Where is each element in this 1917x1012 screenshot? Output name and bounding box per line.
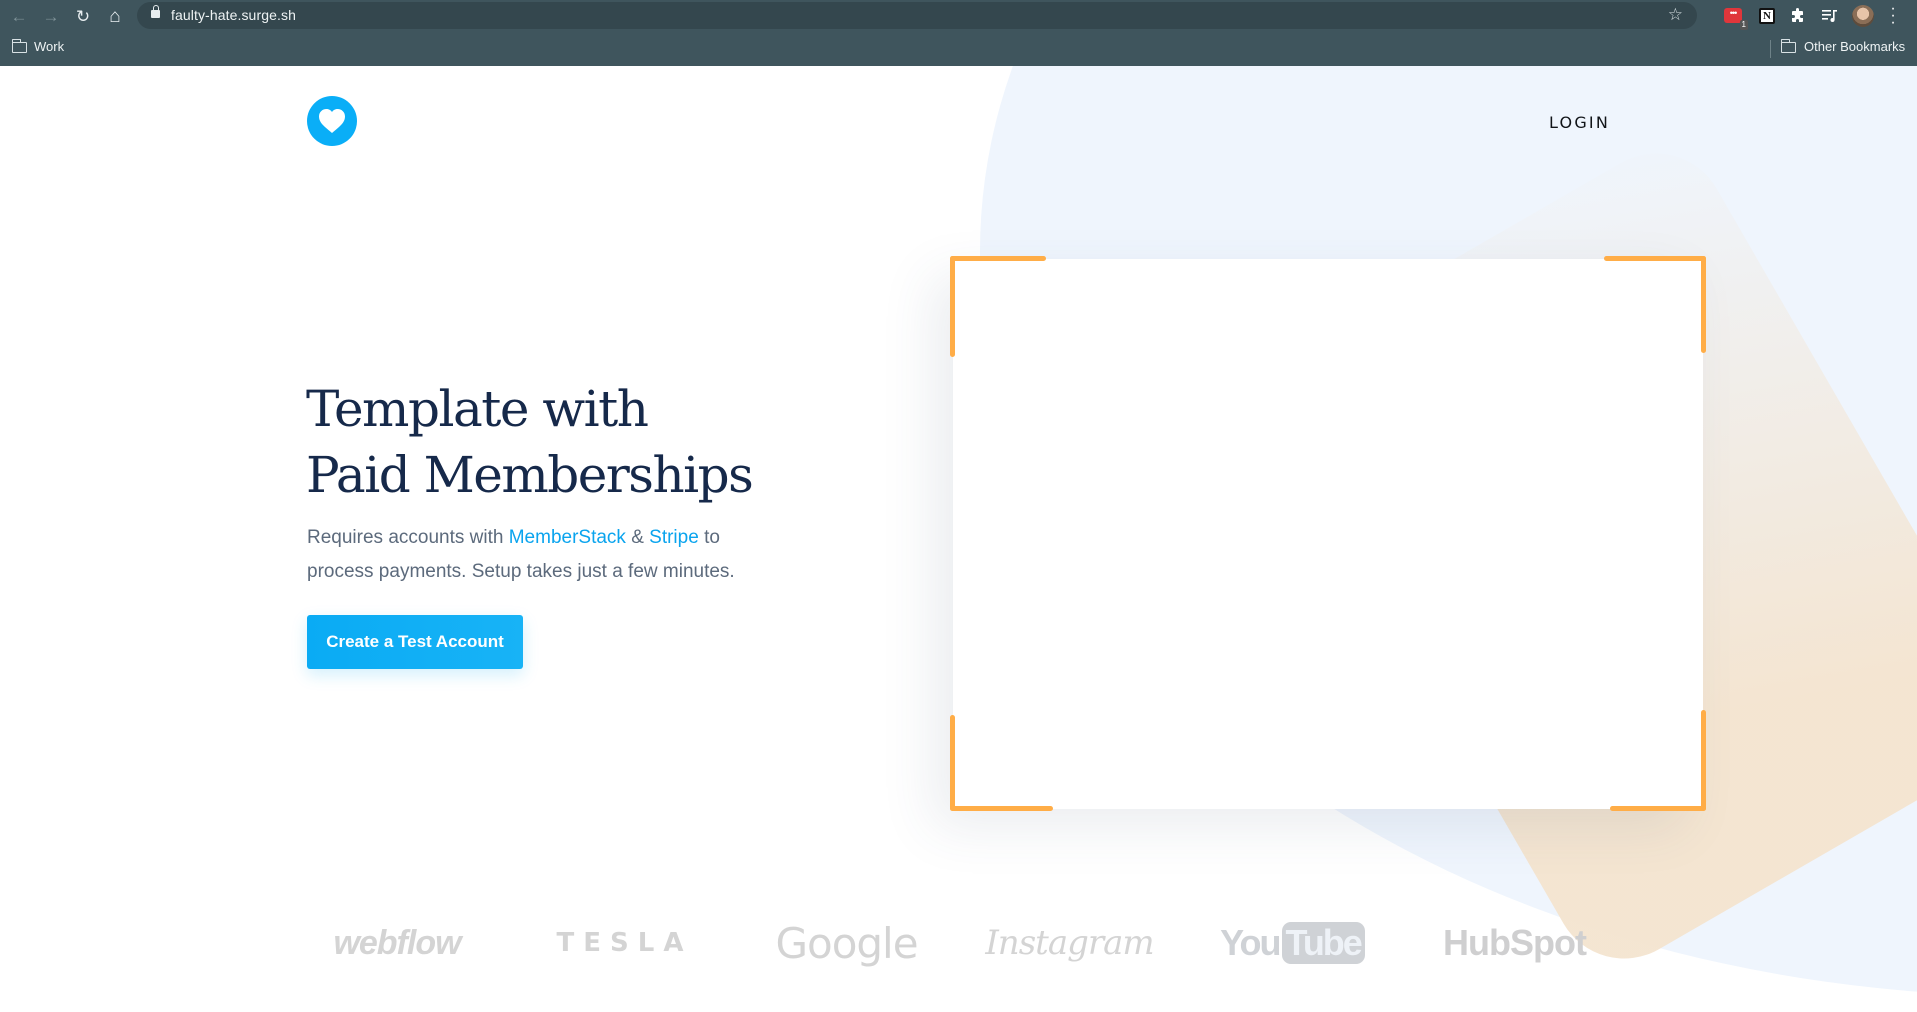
media-controls-button[interactable]: [1820, 6, 1840, 26]
arrow-right-icon: →: [42, 6, 60, 26]
youtube-logo: You Tube: [1220, 908, 1365, 978]
arrow-left-icon: ←: [10, 6, 28, 26]
back-button[interactable]: ←: [8, 5, 30, 27]
browser-menu-button[interactable]: · · ·: [1888, 1, 1898, 31]
red-extension-button[interactable]: ••• 1: [1724, 8, 1748, 30]
instagram-logo: Instagram: [985, 923, 1154, 963]
youtube-logo-tube: Tube: [1281, 922, 1365, 964]
folder-icon: [11, 39, 27, 53]
youtube-logo-you: You: [1220, 922, 1281, 963]
corner-bottom-right-h: [1610, 806, 1706, 811]
url-text[interactable]: faulty-hate.surge.sh: [171, 7, 296, 23]
extensions-button[interactable]: [1788, 6, 1808, 26]
address-bar[interactable]: faulty-hate.surge.sh ☆: [137, 2, 1697, 29]
login-link[interactable]: LOGIN: [1549, 113, 1610, 132]
other-bookmarks-label: Other Bookmarks: [1804, 39, 1906, 54]
stripe-link[interactable]: Stripe: [649, 527, 699, 548]
corner-bottom-left-v: [950, 715, 955, 811]
browser-toolbar: ← → ↻ ⌂ faulty-hate.surge.sh ☆ ••• 1 N ·…: [0, 0, 1917, 32]
home-icon: ⌂: [109, 5, 121, 27]
description-prefix: Requires accounts with: [307, 527, 509, 548]
profile-avatar[interactable]: [1852, 5, 1874, 27]
reload-button[interactable]: ↻: [72, 5, 94, 27]
site-logo[interactable]: [307, 96, 357, 146]
kebab-menu-icon: · · ·: [1890, 0, 1896, 31]
tesla-logo: TESLA: [556, 928, 693, 958]
corner-top-right-v: [1701, 256, 1706, 353]
corner-bottom-right-v: [1701, 710, 1706, 811]
create-test-account-button[interactable]: Create a Test Account: [307, 615, 523, 669]
webflow-logo: webflow: [333, 923, 461, 962]
lock-icon: [151, 5, 160, 18]
preview-card: [953, 259, 1703, 809]
corner-top-right-h: [1604, 256, 1706, 261]
media-queue-icon: [1822, 10, 1837, 22]
hero-title: Template with Paid Memberships: [306, 376, 754, 508]
extension-badge: 1: [1739, 20, 1748, 30]
google-logo: Google: [775, 918, 918, 968]
home-button[interactable]: ⌂: [104, 5, 126, 27]
brand-logos: webflow TESLA Google Instagram You Tube H…: [307, 908, 1607, 978]
hubspot-logo: HubSpot: [1443, 922, 1587, 963]
red-extension-icon: •••: [1729, 8, 1738, 18]
hero-title-line-2: Paid Memberships: [306, 446, 754, 504]
bookmark-label: Work: [34, 39, 65, 54]
corner-top-left-h: [950, 256, 1046, 261]
description-mid: &: [625, 527, 650, 548]
puzzle-icon: [1792, 8, 1803, 22]
hero-title-line-1: Template with: [306, 380, 649, 438]
bookmarks-bar: Work Other Bookmarks: [0, 34, 1917, 64]
reload-icon: ↻: [75, 6, 91, 26]
corner-top-left-v: [950, 256, 955, 357]
forward-button[interactable]: →: [40, 5, 62, 27]
folder-icon: [1780, 39, 1796, 53]
notion-icon: N: [1759, 8, 1775, 24]
heart-icon: [319, 109, 345, 133]
web-page: LOGIN Template with Paid Memberships Req…: [0, 66, 1917, 1012]
memberstack-link[interactable]: MemberStack: [509, 527, 626, 548]
notion-extension-button[interactable]: N: [1757, 6, 1777, 26]
browser-chrome: ← → ↻ ⌂ faulty-hate.surge.sh ☆ ••• 1 N ·…: [0, 0, 1917, 66]
hero-description: Requires accounts with MemberStack & Str…: [307, 521, 767, 589]
bookmark-star-icon[interactable]: ☆: [1668, 5, 1683, 25]
corner-bottom-left-h: [950, 806, 1053, 811]
bookmarks-separator: [1770, 40, 1771, 58]
